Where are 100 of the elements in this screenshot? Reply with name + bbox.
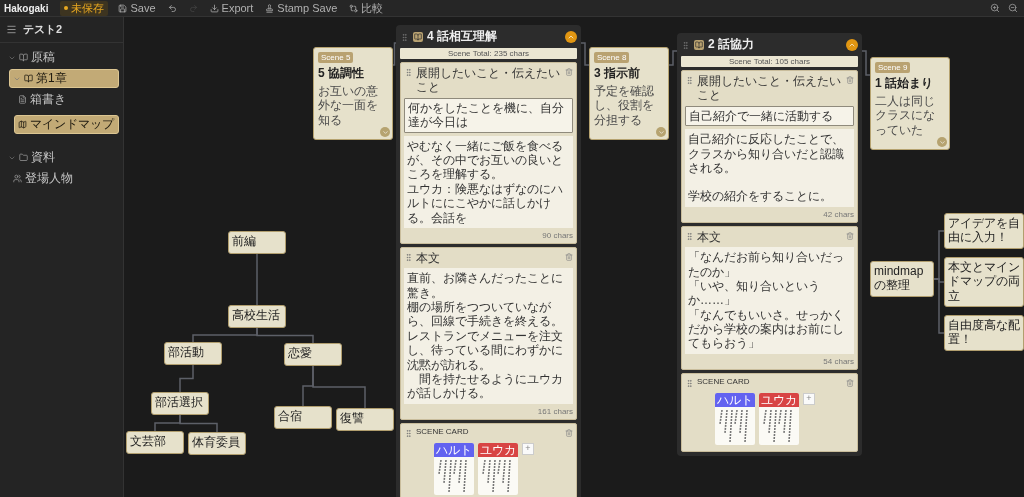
drag-handle-icon[interactable] (685, 74, 694, 85)
unsaved-status: 未保存 (60, 0, 109, 16)
scene-badge: Scene 5 (318, 52, 354, 63)
chevron-icon (657, 128, 665, 136)
chevron-icon (938, 138, 946, 146)
mindmap-node[interactable]: mindmapの整理 (870, 261, 934, 297)
scene-total: Scene Total: 105 chars (681, 56, 858, 67)
connector-line (392, 42, 397, 66)
section-heading: SCENE CARD (416, 426, 469, 437)
section-heading: 本文 (697, 229, 721, 245)
mindmap-node[interactable]: 高校生活 (228, 305, 286, 328)
scene-card[interactable]: Scene 5 5 協調性 お互いの意外な一面を知る (313, 47, 393, 141)
drag-handle-icon[interactable] (681, 39, 690, 50)
sidebar-item[interactable]: 第1章 (9, 69, 119, 88)
drag-handle-icon[interactable] (404, 66, 413, 77)
mindmap-node[interactable]: 本文とマインドマップの両立 (944, 257, 1024, 307)
compare-button[interactable]: 比較 (347, 0, 386, 16)
stamp-icon (265, 3, 275, 13)
column-title: 4 話相互理解 (427, 28, 497, 45)
menu-icon[interactable] (6, 24, 17, 35)
project-title: テスト2 (23, 22, 63, 37)
zoom-out-icon[interactable] (1008, 3, 1018, 13)
connector-line (580, 42, 590, 66)
trash-icon[interactable] (565, 66, 573, 76)
sidebar-item[interactable]: 原稿 (4, 48, 119, 67)
undo-icon (167, 3, 177, 13)
scene-summary: 二人は同じクラスになっていた (875, 94, 936, 138)
character-card[interactable]: ハルト (434, 442, 474, 496)
trash-icon[interactable] (846, 74, 854, 84)
character-card[interactable]: ハルト (715, 392, 755, 446)
sidebar-item[interactable]: 箱書き (14, 90, 119, 109)
mindmap-node[interactable]: 部活選択 (151, 392, 209, 415)
character-name: ハルト (715, 392, 755, 408)
mindmap-node[interactable]: 文芸部 (126, 431, 184, 454)
mindmap-node[interactable]: アイデアを自由に入力！ (944, 213, 1024, 249)
trash-icon[interactable] (565, 250, 573, 261)
mindmap-node[interactable]: 体育委員 (188, 432, 246, 455)
character-name: ハルト (434, 442, 474, 458)
connector-line (256, 327, 314, 344)
add-button[interactable]: + (522, 442, 534, 455)
input-field[interactable]: 自己紹介で一緒に活動する (685, 105, 854, 127)
char-count: 54 chars (823, 356, 854, 366)
people-icon (13, 174, 22, 183)
compare-icon (349, 3, 359, 13)
scene-title: 5 協調性 (318, 65, 365, 82)
text-area[interactable]: 直前、お隣さんだったことに驚き。 棚の場所をつついていながら、回線で手続きを終える。 レストランでメニューを注文し、待っている間にわずかに沈黙が訪れる。 間を持たせるようにユウカが話しかける。 (404, 268, 573, 404)
expand-button[interactable] (380, 127, 390, 138)
chevron-icon (381, 128, 389, 136)
section-heading: SCENE CARD (697, 376, 750, 387)
drag-handle-icon[interactable] (400, 31, 409, 42)
mindmap-node[interactable]: 合宿 (274, 406, 332, 429)
collapse-button[interactable] (565, 30, 577, 43)
text-area[interactable]: やむなく一緒にご飯を食べるが、その中でお互いの良いところを理解する。 ユウカ：険悪なはずなのにハルトににこやかに話しかける。会話を (404, 135, 573, 228)
scene-total: Scene Total: 235 chars (400, 48, 577, 59)
book-icon (694, 39, 704, 50)
sidebar-item[interactable]: 登場人物 (9, 169, 119, 188)
download-icon (209, 3, 219, 13)
text-area[interactable]: 自己紹介に反応したことで、クラスから知り合いだと認識される。 学校の紹介をすることに。 (685, 129, 854, 207)
text-area[interactable]: 「なんだお前ら知り合いだったのか」 「いや、知り合いというか……」 「なんでもいいさ。せっかくだから学校の案内はお前にしてもらおう」 (685, 247, 854, 354)
download-button[interactable]: Export (207, 0, 256, 16)
scene-summary: お互いの意外な一面を知る (318, 84, 379, 128)
mindmap-node[interactable]: 前編 (228, 231, 286, 254)
document-icon (18, 95, 27, 104)
input-field[interactable]: 何かをしたことを機に、自分達が今日は (404, 97, 573, 133)
scene-badge: Scene 8 (594, 52, 630, 63)
book-icon (24, 74, 33, 83)
scene-summary: 予定を確認し、役割を分担する (594, 84, 655, 128)
connector-line (256, 253, 258, 306)
stamp-button[interactable]: Stamp Save (263, 0, 340, 16)
character-name: ユウカ (759, 392, 799, 408)
scene-badge: Scene 9 (875, 62, 911, 73)
char-count: 161 chars (537, 406, 573, 416)
map-icon (18, 120, 27, 129)
char-count: 42 chars (823, 209, 854, 219)
connector-line (861, 50, 871, 76)
zoom-in-icon[interactable] (990, 3, 1000, 13)
save-icon (118, 3, 128, 13)
sidebar-item[interactable]: 資料 (4, 148, 119, 167)
trash-icon[interactable] (846, 229, 854, 240)
mindmap-node[interactable]: 部活動 (164, 342, 222, 365)
character-card[interactable]: ユウカ (478, 442, 518, 496)
save-button[interactable]: Save (116, 0, 158, 16)
connector-line (179, 364, 194, 393)
scene-card[interactable]: Scene 9 1 話始まり 二人は同じクラスになっていた (870, 57, 950, 151)
expand-button[interactable] (656, 127, 666, 138)
mindmap-node[interactable]: 自由度高な配置！ (944, 315, 1024, 351)
mindmap-node[interactable]: 恋愛 (284, 343, 342, 366)
mindmap-node[interactable]: 復讐 (336, 408, 394, 431)
character-card[interactable]: ユウカ (759, 392, 799, 446)
add-button[interactable]: + (803, 392, 815, 405)
section-heading: 本文 (416, 250, 440, 266)
trash-icon[interactable] (846, 376, 854, 387)
collapse-button[interactable] (846, 38, 858, 51)
expand-button[interactable] (937, 137, 947, 148)
scene-card[interactable]: Scene 8 3 指示前 予定を確認し、役割を分担する (589, 47, 669, 141)
char-count: 90 chars (542, 230, 573, 240)
trash-icon[interactable] (565, 426, 573, 437)
section-heading: 展開したいこと・伝えたいこと (697, 74, 842, 103)
sidebar-item[interactable]: マインドマップ (14, 115, 119, 134)
scene-title: 3 指示前 (594, 65, 641, 82)
